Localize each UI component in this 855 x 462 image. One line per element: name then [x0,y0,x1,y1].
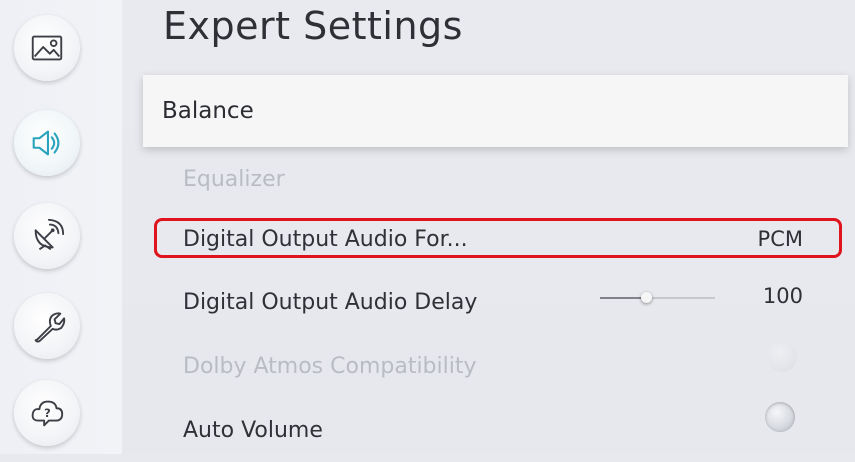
setting-digital-output-delay[interactable]: Digital Output Audio Delay 100 [143,270,848,334]
broadcast-icon [34,218,65,251]
setting-balance-label: Balance [162,98,254,124]
delay-slider-fill [600,297,646,299]
sidebar-item-broadcasting[interactable] [14,203,80,269]
sound-icon [32,130,60,156]
support-icon: ? [31,400,64,427]
setting-digital-output-delay-value: 100 [762,284,803,308]
delay-slider-handle[interactable] [641,292,652,303]
wrench-icon [34,312,66,343]
setting-digital-output-delay-label: Digital Output Audio Delay [183,289,478,315]
setting-auto-volume-label: Auto Volume [183,417,323,443]
sidebar-item-picture[interactable] [14,15,80,81]
picture-icon [31,35,63,61]
delay-slider[interactable] [600,292,715,303]
setting-balance[interactable]: Balance [143,75,848,147]
svg-text:?: ? [44,406,51,420]
setting-dolby-atmos: Dolby Atmos Compatibility [143,334,848,398]
setting-equalizer: Equalizer [143,147,848,211]
sidebar-item-support[interactable]: ? [14,380,80,446]
settings-sidebar: ? [0,0,122,454]
dolby-atmos-toggle [767,342,797,372]
setting-dolby-atmos-label: Dolby Atmos Compatibility [183,353,477,379]
auto-volume-toggle[interactable] [765,402,795,432]
setting-auto-volume[interactable]: Auto Volume [143,398,848,462]
setting-equalizer-label: Equalizer [183,166,285,192]
sidebar-item-sound[interactable] [14,110,80,176]
page-title: Expert Settings [163,4,463,48]
highlight-annotation [154,218,842,258]
sidebar-item-general[interactable] [14,293,80,359]
